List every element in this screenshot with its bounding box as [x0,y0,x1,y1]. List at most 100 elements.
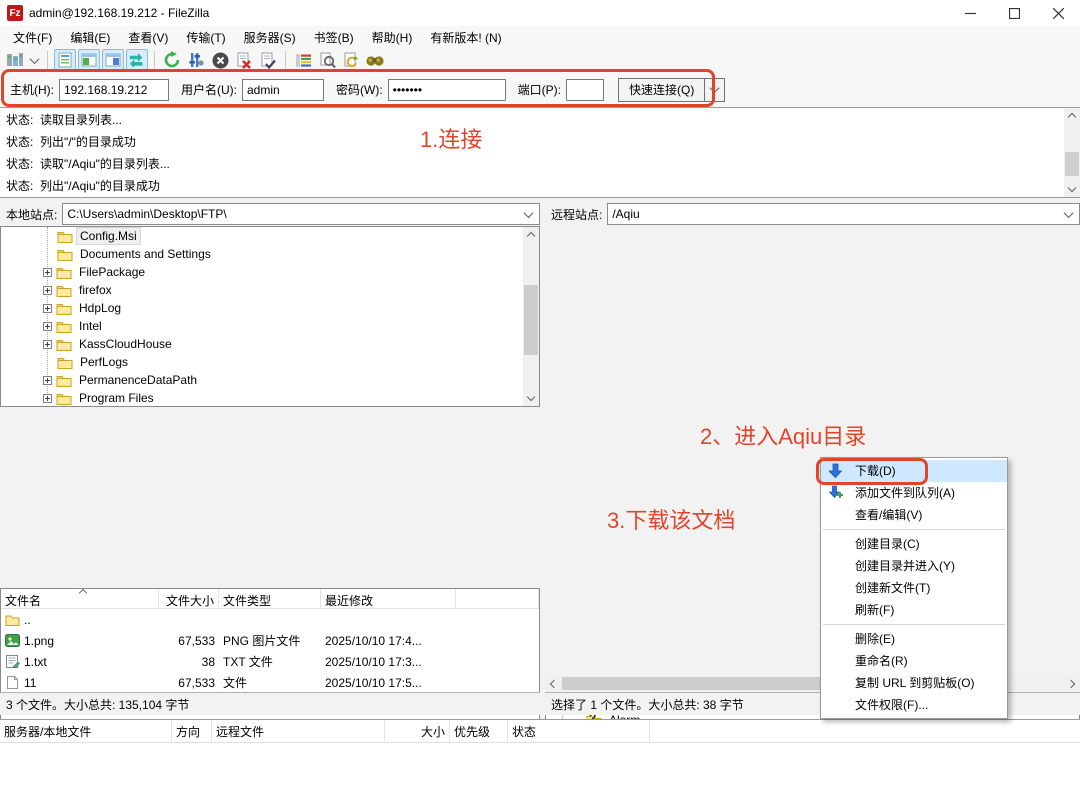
column-header-filetype[interactable]: 文件类型 [219,589,321,608]
queue-column-priority[interactable]: 优先级 [450,720,508,742]
column-header-filename[interactable]: 文件名 [1,589,159,608]
refresh-icon[interactable] [161,49,183,71]
tree-item-documents-and-settings[interactable]: Documents and Settings [1,245,539,263]
host-input[interactable] [59,79,169,101]
scroll-thumb[interactable] [524,285,538,355]
queue-list[interactable] [0,743,1080,802]
maximize-button[interactable] [992,0,1036,26]
find-files-icon[interactable] [364,49,386,71]
port-input[interactable] [566,79,604,101]
annotation-step1: 1.连接 [420,122,482,154]
log-scrollbar[interactable] [1064,108,1080,197]
tree-item-config-msi[interactable]: Config.Msi [1,227,539,245]
context-menu-copy-url[interactable]: 复制 URL 到剪贴板(O) [821,672,1007,694]
toggle-log-icon[interactable] [54,49,76,71]
expand-icon[interactable] [43,394,52,403]
remote-site-combo[interactable]: /Aqiu [607,203,1080,225]
context-menu-create-directory-enter[interactable]: 创建目录并进入(Y) [821,555,1007,577]
expand-icon[interactable] [43,286,52,295]
queue-column-status[interactable]: 状态 [508,720,650,742]
file-name: 11 [24,676,36,690]
scroll-right-icon[interactable] [1065,676,1080,691]
local-file-row-up[interactable]: .. [1,609,539,630]
tree-item-hdplog[interactable]: HdpLog [1,299,539,317]
expand-icon[interactable] [43,340,52,349]
expand-icon[interactable] [43,376,52,385]
local-list-header: 文件名 文件大小 文件类型 最近修改 [1,589,539,609]
menu-file[interactable]: 文件(F) [4,26,61,49]
context-menu-view-edit[interactable]: 查看/编辑(V) [821,504,1007,526]
menu-help[interactable]: 帮助(H) [363,26,422,49]
context-menu-refresh[interactable]: 刷新(F) [821,599,1007,621]
site-manager-dropdown-icon[interactable] [28,49,41,71]
log-line: 状态:列出"/"的目录成功 [0,130,1080,152]
context-menu-create-directory[interactable]: 创建目录(C) [821,533,1007,555]
queue-column-size[interactable]: 大小 [385,720,450,742]
local-file-row-11[interactable]: 11 67,533 文件 2025/10/10 17:5... [1,672,539,693]
scroll-up-icon[interactable] [523,227,539,242]
menu-bookmarks[interactable]: 书签(B) [305,26,363,49]
file-search-icon[interactable] [316,49,338,71]
column-header-filesize[interactable]: 文件大小 [159,589,219,608]
scroll-down-icon[interactable] [1064,182,1080,197]
scroll-left-icon[interactable] [545,676,560,691]
menu-transfer[interactable]: 传输(T) [177,26,234,49]
disconnect-icon[interactable] [233,49,255,71]
toggle-queue-icon[interactable] [126,49,148,71]
column-header-modified[interactable]: 最近修改 [321,589,456,608]
context-menu-delete[interactable]: 删除(E) [821,628,1007,650]
scroll-down-icon[interactable] [523,391,539,406]
menu-new-version[interactable]: 有新版本! (N) [421,26,510,49]
menu-server[interactable]: 服务器(S) [235,26,305,49]
file-name: 1.txt [24,655,47,669]
chevron-down-icon[interactable] [1064,208,1074,218]
tree-item-perflogs[interactable]: PerfLogs [1,353,539,371]
menu-edit[interactable]: 编辑(E) [61,26,119,49]
minimize-button[interactable] [948,0,992,26]
scroll-thumb[interactable] [1065,152,1079,176]
quickconnect-dropdown-icon[interactable] [705,78,725,102]
chevron-down-icon[interactable] [524,208,534,218]
context-menu-create-new-file[interactable]: 创建新文件(T) [821,577,1007,599]
tree-item-permanencedatapath[interactable]: PermanenceDataPath [1,371,539,389]
tree-item-firefox[interactable]: firefox [1,281,539,299]
context-menu-add-to-queue[interactable]: 添加文件到队列(A) [821,482,1007,504]
process-queue-icon[interactable] [185,49,207,71]
local-tree-scrollbar[interactable] [523,227,539,406]
toolbar-separator [47,51,48,69]
directory-comparison-icon[interactable] [292,49,314,71]
site-manager-icon[interactable] [4,49,26,71]
synchronized-browsing-icon[interactable] [340,49,362,71]
password-input[interactable] [388,79,506,101]
tree-item-filepackage[interactable]: FilePackage [1,263,539,281]
menu-separator [823,529,1005,530]
expand-icon[interactable] [43,268,52,277]
context-menu-download[interactable]: 下载(D) [821,460,1007,482]
username-input[interactable] [242,79,324,101]
file-type: PNG 图片文件 [219,632,321,649]
quickconnect-button[interactable]: 快速连接(Q) [618,78,705,102]
tree-item-program-files[interactable]: Program Files [1,389,539,407]
file-type: 文件 [219,674,321,691]
cancel-icon[interactable] [209,49,231,71]
queue-column-server-local[interactable]: 服务器/本地文件 [0,720,172,742]
expand-icon[interactable] [43,322,52,331]
expand-icon[interactable] [43,304,52,313]
menu-view[interactable]: 查看(V) [119,26,177,49]
context-menu-rename[interactable]: 重命名(R) [821,650,1007,672]
tree-item-label: Intel [76,318,105,334]
local-file-row-1png[interactable]: 1.png 67,533 PNG 图片文件 2025/10/10 17:4... [1,630,539,651]
tree-item-kasscloudhouse[interactable]: KassCloudHouse [1,335,539,353]
close-button[interactable] [1036,0,1080,26]
local-file-row-1txt[interactable]: 1.txt 38 TXT 文件 2025/10/10 17:3... [1,651,539,672]
reconnect-icon[interactable] [257,49,279,71]
queue-column-remote-file[interactable]: 远程文件 [212,720,385,742]
local-site-combo[interactable]: C:\Users\admin\Desktop\FTP\ [62,203,540,225]
toggle-local-tree-icon[interactable] [78,49,100,71]
folder-icon [56,373,72,387]
context-menu-file-permissions[interactable]: 文件权限(F)... [821,694,1007,716]
tree-item-intel[interactable]: Intel [1,317,539,335]
toggle-remote-tree-icon[interactable] [102,49,124,71]
scroll-up-icon[interactable] [1064,108,1080,123]
queue-column-direction[interactable]: 方向 [172,720,212,742]
